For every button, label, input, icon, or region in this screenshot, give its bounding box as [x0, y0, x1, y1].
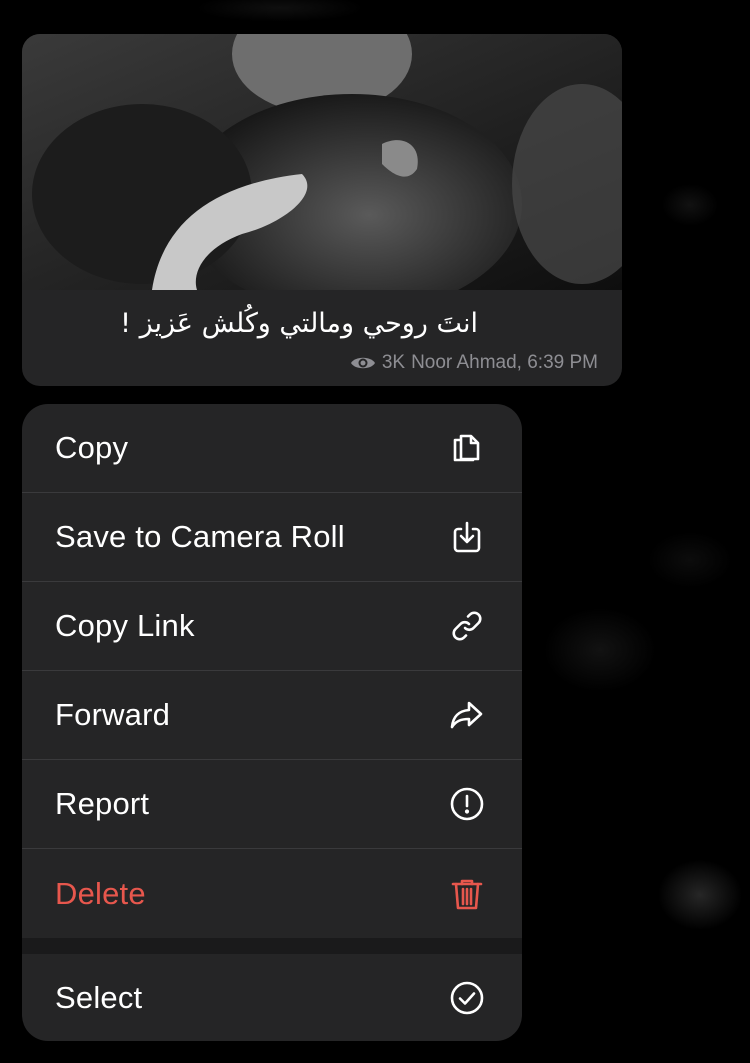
message-meta: 3K Noor Ahmad, 6:39 PM: [350, 350, 598, 376]
message-bubble[interactable]: انتَ روحي ومالتي وكُلش عَزيز ! 3K Noor A…: [22, 34, 622, 386]
menu-section-separator: [22, 938, 522, 954]
save-download-icon: [446, 516, 488, 558]
menu-item-label: Save to Camera Roll: [55, 519, 345, 554]
copy-icon: [446, 427, 488, 469]
eye-icon: [350, 354, 376, 372]
menu-item-copy[interactable]: Copy: [22, 404, 522, 493]
message-photo[interactable]: [22, 34, 622, 290]
menu-item-report[interactable]: Report: [22, 760, 522, 849]
menu-item-save-to-camera-roll[interactable]: Save to Camera Roll: [22, 493, 522, 582]
views-count: 3K: [381, 352, 406, 373]
menu-item-copy-link[interactable]: Copy Link: [22, 582, 522, 671]
report-exclamation-icon: [446, 783, 488, 825]
menu-item-label: Forward: [55, 697, 171, 732]
context-menu: Copy Save to Camera Roll Copy Link Forwa…: [22, 404, 522, 1041]
message-caption: انتَ روحي ومالتي وكُلش عَزيز !: [120, 308, 478, 339]
menu-item-label: Copy Link: [55, 608, 195, 643]
trash-icon: [446, 873, 488, 915]
menu-item-label: Select: [55, 979, 143, 1015]
menu-item-label: Report: [55, 786, 150, 821]
menu-item-label: Copy: [55, 430, 129, 465]
photo-image: [22, 34, 622, 290]
menu-item-select[interactable]: Select: [22, 954, 522, 1041]
menu-item-label: Delete: [55, 875, 146, 911]
author-time: Noor Ahmad, 6:39 PM: [411, 352, 598, 373]
link-icon: [446, 605, 488, 647]
menu-item-delete[interactable]: Delete: [22, 849, 522, 938]
menu-item-forward[interactable]: Forward: [22, 671, 522, 760]
forward-icon: [446, 694, 488, 736]
checkmark-circle-icon: [446, 977, 488, 1019]
